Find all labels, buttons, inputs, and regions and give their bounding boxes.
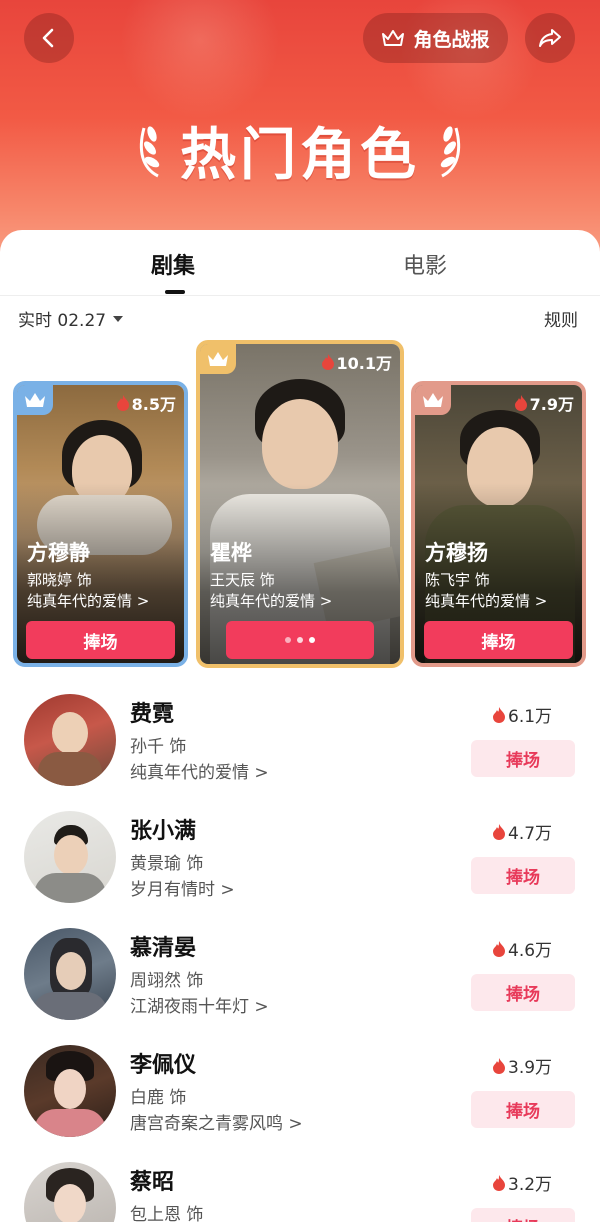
cheer-button[interactable]: 捧场 [471,1091,575,1128]
tab-movie[interactable]: 电影 [403,248,447,280]
header-banner: 角色战报 热门角色 [0,0,600,262]
actor-name: 王天辰 饰 [210,571,275,589]
drama-link[interactable]: 唐宫奇案之青雾风鸣 > [130,1109,303,1134]
list-item[interactable]: 慕清晏 周翊然 饰 江湖夜雨十年灯 > 4.6万 捧场 [0,928,600,1045]
cheer-button[interactable] [226,621,374,659]
cheer-button[interactable]: 捧场 [471,974,575,1011]
character-name: 方穆静 [27,541,90,565]
heat-count: 8.5万 [116,391,176,415]
flame-icon [493,823,505,840]
heat-count: 7.9万 [514,391,574,415]
drama-link[interactable]: 纯真年代的爱情 > [425,590,547,611]
flame-icon [493,706,505,723]
caret-down-icon [113,315,124,322]
laurel-right-icon [440,126,461,178]
realtime-date-selector[interactable]: 实时 02.27 [18,306,124,331]
heat-count: 3.2万 [493,1170,552,1195]
tab-active-indicator [165,290,185,294]
chevron-left-icon [42,28,54,48]
share-button[interactable] [525,13,575,63]
tab-series[interactable]: 剧集 [151,248,195,280]
share-icon [539,29,561,47]
cheer-button[interactable]: 捧场 [471,857,575,894]
rules-link[interactable]: 规则 [544,306,578,331]
avatar [24,1162,116,1222]
actor-name: 包上恩 饰 [130,1205,204,1222]
rank-crown-badge [17,385,53,415]
heat-count: 10.1万 [321,350,392,374]
title-row: 热门角色 [0,110,600,190]
crown-icon [423,393,443,407]
realtime-label: 实时 02.27 [18,311,107,331]
podium-card-rank3[interactable]: 7.9万 方穆扬 陈飞宇 饰 纯真年代的爱情 > 捧场 [411,381,586,667]
heat-count: 4.6万 [493,936,552,961]
character-name: 方穆扬 [425,541,488,565]
main-panel: 剧集 电影 实时 02.27 规则 8.5万 方穆静 郭晓婷 饰 纯真年代的爱情… [0,230,600,1222]
page-title: 热门角色 [180,122,420,188]
podium-card-rank1[interactable]: 10.1万 瞿桦 王天辰 饰 纯真年代的爱情 > [196,340,404,668]
list-item[interactable]: 李佩仪 白鹿 饰 唐宫奇案之青雾风鸣 > 3.9万 捧场 [0,1045,600,1162]
crown-icon [25,393,45,407]
character-name: 张小满 [130,819,197,844]
character-name: 蔡昭 [130,1170,175,1195]
actor-name: 白鹿 饰 [130,1088,187,1108]
flame-icon [493,1057,505,1074]
character-name: 慕清晏 [130,936,197,961]
role-report-label: 角色战报 [413,28,490,51]
rank-crown-badge [415,385,451,415]
laurel-left-icon [139,126,160,178]
tab-bar: 剧集 电影 [0,230,600,296]
avatar [24,694,116,786]
role-report-button[interactable]: 角色战报 [363,13,508,63]
cheer-button[interactable]: 捧场 [471,740,575,777]
character-name: 李佩仪 [130,1053,197,1078]
list-item[interactable]: 费霓 孙千 饰 纯真年代的爱情 > 6.1万 捧场 [0,694,600,811]
list-item[interactable]: 蔡昭 包上恩 饰 3.2万 捧场 [0,1162,600,1222]
crown-icon [382,30,405,46]
list-item[interactable]: 张小满 黄景瑜 饰 岁月有情时 > 4.7万 捧场 [0,811,600,928]
cheer-button[interactable]: 捧场 [471,1208,575,1222]
actor-name: 周翊然 饰 [130,971,204,991]
actor-name: 郭晓婷 饰 [27,571,92,589]
flame-icon [321,354,334,370]
flame-icon [116,395,129,411]
back-button[interactable] [24,13,74,63]
podium-card-rank2[interactable]: 8.5万 方穆静 郭晓婷 饰 纯真年代的爱情 > 捧场 [13,381,188,667]
actor-name: 孙千 饰 [130,737,187,757]
rank-crown-badge [200,344,236,374]
heat-count: 6.1万 [493,702,552,727]
actor-name: 陈飞宇 饰 [425,571,490,589]
character-name: 费霓 [130,702,175,727]
drama-link[interactable]: 纯真年代的爱情 > [210,590,332,611]
avatar [24,928,116,1020]
flame-icon [514,395,527,411]
heat-count: 3.9万 [493,1053,552,1078]
cheer-button[interactable]: 捧场 [424,621,573,659]
cheer-button[interactable]: 捧场 [26,621,175,659]
drama-link[interactable]: 江湖夜雨十年灯 > [130,992,269,1017]
drama-link[interactable]: 纯真年代的爱情 > [27,590,149,611]
drama-link[interactable]: 纯真年代的爱情 > [130,758,269,783]
firework-decoration [120,0,280,120]
actor-name: 黄景瑜 饰 [130,854,204,874]
drama-link[interactable]: 岁月有情时 > [130,875,235,900]
heat-count: 4.7万 [493,819,552,844]
flame-icon [493,940,505,957]
loading-dots-icon [285,637,315,643]
flame-icon [493,1174,505,1191]
crown-icon [208,352,228,366]
filter-row: 实时 02.27 规则 [0,296,600,340]
character-name: 瞿桦 [210,541,252,565]
avatar [24,1045,116,1137]
avatar [24,811,116,903]
